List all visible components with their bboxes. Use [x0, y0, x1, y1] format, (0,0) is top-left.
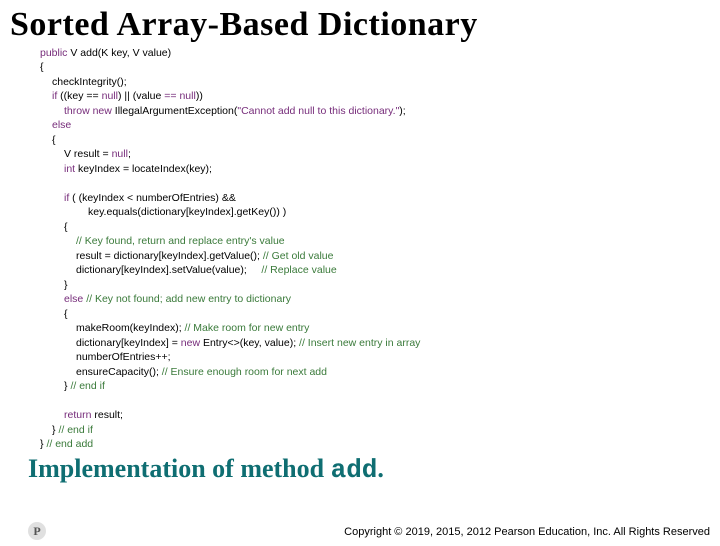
keyword: return [64, 409, 91, 421]
comment: // Get old value [263, 250, 334, 262]
comment: // Key not found; add new entry to dicti… [86, 293, 291, 305]
keyword: int [64, 163, 75, 175]
comment: // end if [70, 380, 104, 392]
code-line: dictionary[keyIndex] = new Entry<>(key, … [28, 336, 720, 350]
pearson-logo-icon: P [28, 522, 46, 540]
code-text: result; [91, 409, 123, 421]
comment: // end if [58, 424, 92, 436]
code-line: public V add(K key, V value) [28, 46, 720, 60]
code-line: throw new IllegalArgumentException("Cann… [28, 104, 720, 118]
code-line: // Key found, return and replace entry's… [28, 234, 720, 248]
keyword: null [112, 148, 128, 160]
code-line: { [28, 220, 720, 234]
subtitle-text: Implementation of method [28, 454, 331, 483]
code-line: { [28, 133, 720, 147]
subtitle-code: add [331, 455, 378, 485]
code-text: ; [128, 148, 131, 160]
code-text: Entry<>(key, value); [200, 337, 299, 349]
code-line: if ((key == null) || (value == null)) [28, 89, 720, 103]
string: "Cannot add null to this dictionary." [237, 105, 399, 117]
code-text: keyIndex = locateIndex(key); [75, 163, 212, 175]
code-line: { [28, 307, 720, 321]
code-line: dictionary[keyIndex].setValue(value); //… [28, 263, 720, 277]
subtitle-text: . [377, 454, 384, 483]
keyword: null [179, 90, 195, 102]
code-line: return result; [28, 408, 720, 422]
code-text: result = dictionary[keyIndex].getValue()… [76, 250, 263, 262]
code-line: key.equals(dictionary[keyIndex].getKey()… [28, 205, 720, 219]
code-text: IllegalArgumentException( [115, 105, 238, 117]
keyword: else [64, 293, 83, 305]
slide-title: Sorted Array-Based Dictionary [10, 6, 720, 44]
slide-subtitle: Implementation of method add. [28, 454, 720, 485]
code-line: } // end if [28, 423, 720, 437]
code-line: else [28, 118, 720, 132]
keyword: public [40, 47, 67, 59]
comment: // Ensure enough room for next add [162, 366, 327, 378]
code-text: ) || (value [118, 90, 164, 102]
code-line: else // Key not found; add new entry to … [28, 292, 720, 306]
code-line: int keyIndex = locateIndex(key); [28, 162, 720, 176]
code-text: dictionary[keyIndex] = [76, 337, 181, 349]
code-line: numberOfEntries++; [28, 350, 720, 364]
code-text: ensureCapacity(); [76, 366, 162, 378]
blank-line [28, 394, 720, 408]
code-line: if ( (keyIndex < numberOfEntries) && [28, 191, 720, 205]
comment: // Make room for new entry [185, 322, 310, 334]
code-line: result = dictionary[keyIndex].getValue()… [28, 249, 720, 263]
code-text: dictionary[keyIndex].setValue(value); [76, 264, 261, 276]
code-line: makeRoom(keyIndex); // Make room for new… [28, 321, 720, 335]
code-text: makeRoom(keyIndex); [76, 322, 185, 334]
comment: // end add [46, 438, 93, 450]
keyword: new [181, 337, 200, 349]
comment: // Key found, return and replace entry's… [76, 235, 285, 247]
code-line: } // end if [28, 379, 720, 393]
keyword: throw new [64, 105, 115, 117]
keyword: else [52, 119, 71, 131]
code-line: } [28, 278, 720, 292]
copyright-text: Copyright © 2019, 2015, 2012 Pearson Edu… [344, 526, 710, 538]
keyword: == [164, 90, 176, 102]
code-text: ); [399, 105, 405, 117]
code-line: { [28, 60, 720, 74]
code-listing: public V add(K key, V value) { checkInte… [28, 46, 720, 452]
code-line: checkIntegrity(); [28, 75, 720, 89]
comment: // Replace value [261, 264, 336, 276]
code-line: ensureCapacity(); // Ensure enough room … [28, 365, 720, 379]
code-text: )) [196, 90, 203, 102]
code-text: ((key == [57, 90, 101, 102]
code-line: } // end add [28, 437, 720, 451]
code-text: V result = [64, 148, 112, 160]
comment: // Insert new entry in array [299, 337, 420, 349]
code-line: V result = null; [28, 147, 720, 161]
keyword: null [102, 90, 118, 102]
code-text: V add(K key, V value) [67, 47, 171, 59]
code-text: ( (keyIndex < numberOfEntries) && [69, 192, 239, 204]
blank-line [28, 176, 720, 190]
